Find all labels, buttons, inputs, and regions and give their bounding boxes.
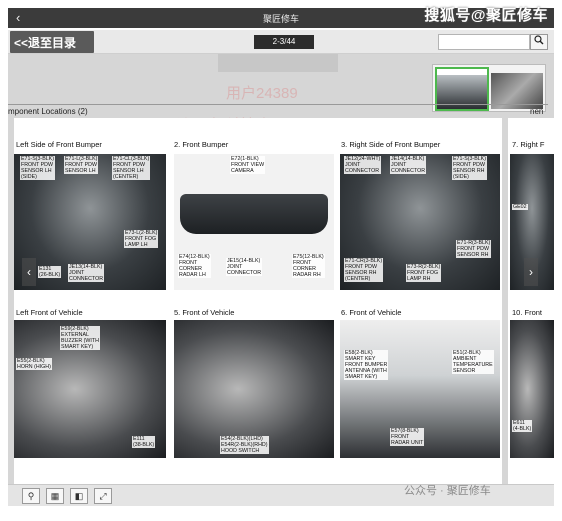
connector-label: E74(12-BLK) FRONT CORNER RADAR LH [178, 254, 211, 278]
zoom-icon[interactable]: ⚲ [22, 488, 40, 504]
toolbar: <<退至目录 2-3/44 [8, 30, 554, 54]
diagram-left-front: E59(2-BLK) EXTERNAL BUZZER (WITH SMART K… [14, 320, 166, 458]
connector-label: E71-L(3-BLK) FRONT PDW SENSOR LH [64, 156, 99, 174]
panel-caption: Left Side of Front Bumper [16, 140, 102, 149]
connector-label: E59(2-BLK) EXTERNAL BUZZER (WITH SMART K… [60, 326, 100, 350]
connector-label: E71-CL(3-BLK) FRONT PDW SENSOR LH (CENTE… [112, 156, 151, 180]
diagram-right-bumper: JE12(24-WHT) JOINT CONNECTOR JE14(14-BLK… [340, 154, 500, 290]
connector-label: E71-S(3-BLK) FRONT PDW SENSOR RH (SIDE) [452, 156, 487, 180]
panel-caption: 7. Right F [512, 140, 545, 149]
panel-caption: 2. Front Bumper [174, 140, 229, 149]
connector-label: GE02 [512, 204, 528, 210]
prev-page-arrow[interactable]: ‹ [22, 258, 36, 286]
next-page-peek: 7. Right F GE02 10. Front E611 (4-BLK) › [508, 118, 554, 486]
connector-label: JE13(14-BLK) JOINT CONNECTOR [68, 264, 105, 282]
app-window: ‹ 聚匠修车 搜狐号@聚匠修车 <<退至目录 2-3/44 用户24389 沙丁… [0, 0, 562, 521]
wechat-watermark: 公众号 · 聚匠修车 [404, 485, 491, 497]
bumper-shape [180, 194, 328, 234]
connector-label: JE15(14-BLK) JOINT CONNECTOR [226, 258, 263, 276]
diagram-front-vehicle: E54(2-BLK)(LHD) E54R(2-BLK)(RHD) HOOD SW… [174, 320, 334, 458]
search-input[interactable] [438, 34, 530, 50]
next-page-arrow[interactable]: › [524, 258, 538, 286]
search-icon[interactable] [530, 34, 548, 50]
connector-label: E611 (4-BLK) [512, 420, 533, 432]
diagram-front-bumper: E72(1-BLK) FRONT VIEW CAMERA E74(12-BLK)… [174, 154, 334, 290]
panel-caption: 3. Right Side of Front Bumper [341, 140, 441, 149]
section-title: mponent Locations (2) [8, 107, 88, 116]
connector-label: E57(8-BLK) FRONT RADAR UNIT [390, 428, 425, 446]
divider [8, 104, 548, 105]
connector-label: JE12(24-WHT) JOINT CONNECTOR [344, 156, 382, 174]
section-title-right: nen [530, 107, 544, 116]
connector-label: JE14(14-BLK) JOINT CONNECTOR [390, 156, 427, 174]
connector-label: E71-R(3-BLK) FRONT PDW SENSOR RH [456, 240, 492, 258]
diagram-front-peek: E611 (4-BLK) [510, 320, 554, 458]
sohu-watermark: 搜狐号@聚匠修车 [424, 7, 548, 24]
page-indicator: 2-3/44 [254, 35, 314, 49]
connector-label: E131 (26-BLK) [38, 266, 62, 278]
fullscreen-icon[interactable]: ⤢ [94, 488, 112, 504]
bookmark-icon[interactable]: ◧ [70, 488, 88, 504]
diagram-front-vehicle-2: E58(2-BLK) SMART KEY FRONT BUMPER ANTENN… [340, 320, 500, 458]
grid-icon[interactable]: ▦ [46, 488, 64, 504]
diagram-left-bumper: E71-S(3-BLK) FRONT PDW SENSOR LH (SIDE) … [14, 154, 166, 290]
user-watermark: 用户24389 [226, 85, 298, 102]
connector-label: E73-R(2-BLK) FRONT FOG LAMP RH [406, 264, 442, 282]
back-to-contents-button[interactable]: <<退至目录 [10, 31, 94, 53]
connector-label: E72(1-BLK) FRONT VIEW CAMERA [230, 156, 266, 174]
connector-label: E73-L(2-BLK) FRONT FOG LAMP LH [124, 230, 159, 248]
connector-label: E111 (38-BLK) [132, 436, 156, 448]
panel-caption: 5. Front of Vehicle [174, 308, 235, 317]
connector-label: E54(2-BLK)(LHD) E54R(2-BLK)(RHD) HOOD SW… [220, 436, 269, 454]
panel-caption: 6. Front of Vehicle [341, 308, 402, 317]
connector-label: E71-S(3-BLK) FRONT PDW SENSOR LH (SIDE) [20, 156, 55, 180]
connector-label: E51(2-BLK) AMBIENT TEMPERATURE SENSOR [452, 350, 494, 374]
panel-caption: 10. Front [512, 308, 543, 317]
page-header-tab [218, 54, 338, 72]
connector-label: E58(2-BLK) SMART KEY FRONT BUMPER ANTENN… [344, 350, 389, 380]
connector-label: E71-CR(3-BLK) FRONT PDW SENSOR RH (CENTE… [344, 258, 384, 282]
connector-label: E55(2-BLK) HORN (HIGH) [16, 358, 52, 370]
panel-caption: Left Front of Vehicle [16, 308, 83, 317]
document-page: Left Side of Front Bumper 2. Front Bumpe… [14, 118, 502, 486]
connector-label: E75(12-BLK) FRONT CORNER RADAR RH [292, 254, 325, 278]
